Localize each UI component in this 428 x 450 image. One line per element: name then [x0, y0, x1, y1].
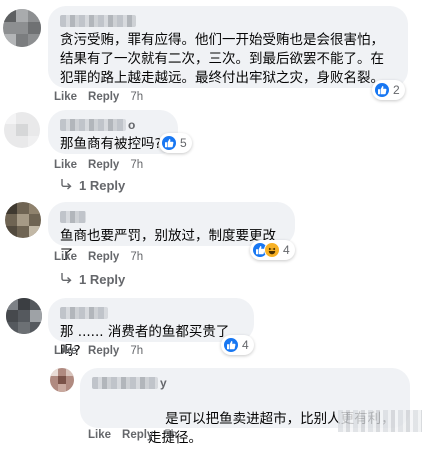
author-name[interactable]: o	[60, 118, 166, 132]
like-icon	[161, 135, 177, 151]
like-button[interactable]: Like	[54, 91, 77, 103]
reply-arrow-icon	[60, 272, 72, 287]
avatar[interactable]	[4, 112, 40, 148]
comment-bubble: o 那鱼商有被控吗?	[48, 110, 178, 154]
replies-count: 1 Reply	[79, 272, 126, 287]
author-name[interactable]	[60, 306, 242, 320]
reply-arrow-icon	[60, 178, 72, 193]
like-icon	[223, 337, 239, 353]
like-icon	[374, 82, 390, 98]
comment-text: 那鱼商有被控吗?	[60, 136, 162, 152]
reply-button[interactable]: Reply	[122, 429, 153, 441]
author-name[interactable]: y	[92, 376, 398, 390]
comment-actions: Like Reply 7h	[54, 159, 143, 171]
reply-button[interactable]: Reply	[88, 251, 119, 263]
reaction-count: 2	[393, 83, 400, 97]
timestamp[interactable]: 7h	[130, 251, 143, 263]
reaction-summary[interactable]: 2	[372, 80, 405, 100]
timestamp[interactable]: 5h	[164, 429, 177, 441]
reaction-count: 4	[242, 338, 249, 352]
comment-actions: Like Reply 7h	[54, 345, 143, 357]
comment-text: 贪污受贿，罪有应得。他们一开始受贿也是会很害怕，结果有了一次就有二次，三次。到最…	[60, 32, 384, 86]
comment-actions: Like Reply 5h	[88, 429, 177, 441]
like-button[interactable]: Like	[54, 159, 77, 171]
laugh-icon	[264, 242, 280, 258]
avatar[interactable]	[6, 298, 42, 334]
reply-button[interactable]: Reply	[88, 159, 119, 171]
timestamp[interactable]: 7h	[130, 345, 143, 357]
avatar[interactable]	[5, 202, 41, 238]
like-button[interactable]: Like	[54, 251, 77, 263]
reply-button[interactable]: Reply	[88, 91, 119, 103]
watermark	[338, 410, 422, 432]
avatar[interactable]	[50, 368, 74, 392]
reaction-summary[interactable]: 4	[250, 240, 295, 260]
comment-bubble: 那 ...... 消费者的鱼都买贵了吗?	[48, 298, 254, 359]
author-name[interactable]	[60, 210, 283, 224]
like-button[interactable]: Like	[88, 429, 111, 441]
comment-actions: Like Reply 7h	[54, 91, 143, 103]
timestamp[interactable]: 7h	[130, 91, 143, 103]
reaction-count: 5	[180, 136, 187, 150]
view-replies-link[interactable]: 1 Reply	[60, 178, 125, 193]
reply-button[interactable]: Reply	[88, 345, 119, 357]
comment-bubble: 贪污受贿，罪有应得。他们一开始受贿也是会很害怕，结果有了一次就有二次，三次。到最…	[48, 6, 408, 88]
reaction-count: 4	[283, 243, 290, 257]
comment-actions: Like Reply 7h	[54, 251, 143, 263]
reaction-summary[interactable]: 5	[159, 133, 192, 153]
replies-count: 1 Reply	[79, 178, 126, 193]
reaction-summary[interactable]: 4	[221, 335, 254, 355]
avatar[interactable]	[3, 9, 41, 47]
view-replies-link[interactable]: 1 Reply	[60, 272, 125, 287]
like-button[interactable]: Like	[54, 345, 77, 357]
timestamp[interactable]: 7h	[130, 159, 143, 171]
author-name[interactable]	[60, 14, 396, 28]
